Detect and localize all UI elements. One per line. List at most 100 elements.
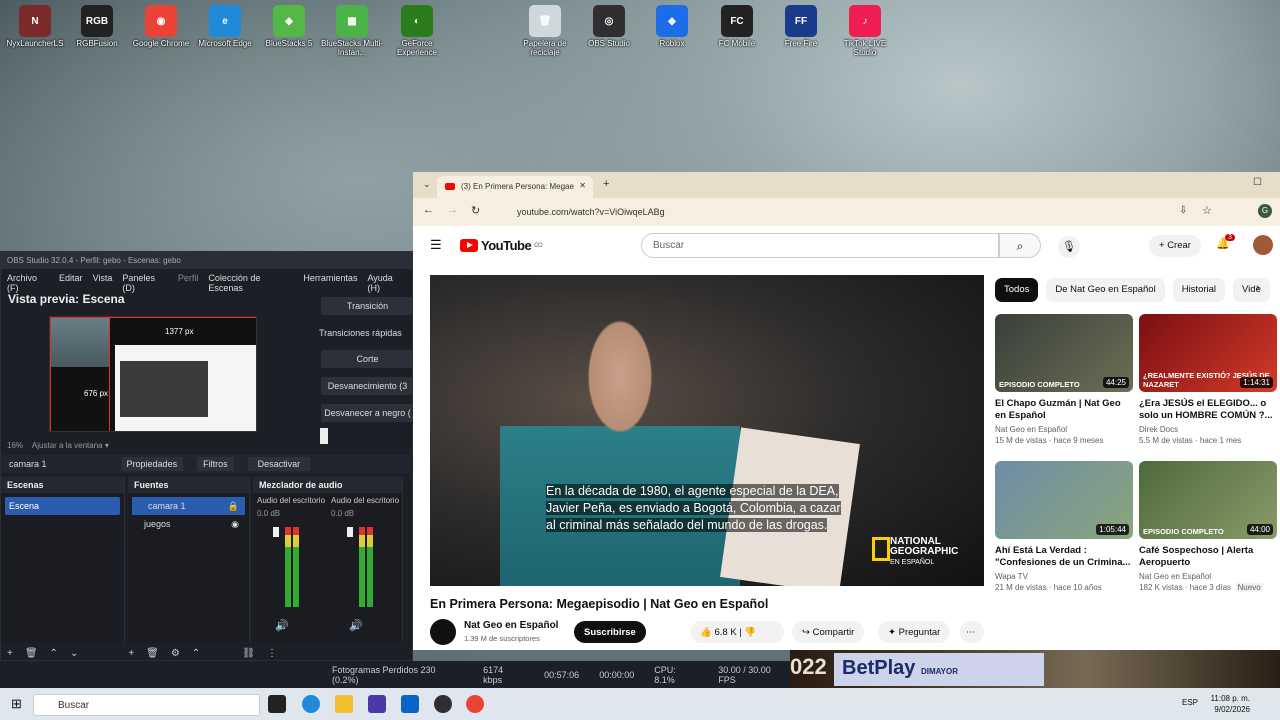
obs-menu-item[interactable]: Archivo (F): [7, 273, 49, 293]
store-icon[interactable]: [368, 695, 386, 713]
related-video-title[interactable]: El Chapo Guzmán | Nat Geo en Español: [995, 398, 1133, 422]
desktop-icon[interactable]: ◎ OBS Studio: [578, 5, 640, 48]
related-video-title[interactable]: Ahí Está La Verdad : "Confesiones de un …: [995, 545, 1133, 569]
desktop-icon[interactable]: ◐ GeForce Experience: [386, 5, 448, 57]
cut-button[interactable]: Corte: [321, 350, 414, 368]
link-icon[interactable]: ⛓: [242, 648, 255, 659]
related-video-card[interactable]: EPISODIO COMPLETO 44:25 El Chapo Guzmán | …: [995, 314, 1133, 445]
ask-button[interactable]: ✦ Preguntar: [878, 621, 951, 643]
video-thumbnail[interactable]: ¿REALMENTE EXISTIÓ? JESÚS DE NAZARET 1:14…: [1139, 314, 1277, 392]
clock[interactable]: 11:08 p. m. 9/02/2026: [1211, 693, 1250, 715]
related-video-card[interactable]: 1:05:44 Ahí Está La Verdad : "Confesiones…: [995, 461, 1133, 592]
speaker-icon[interactable]: 🔊: [275, 619, 289, 632]
desktop-icon[interactable]: 🗑 Papelera de reciclaje: [514, 5, 576, 57]
chip-videos[interactable]: Vide: [1233, 278, 1270, 302]
like-button[interactable]: 👍 6.8 K | 👎: [690, 621, 784, 643]
add-icon[interactable]: +: [128, 648, 134, 659]
desktop-icon[interactable]: ◉ Google Chrome: [130, 5, 192, 48]
fade-button[interactable]: Desvanecimiento (3: [321, 377, 414, 395]
chip-all[interactable]: Todos: [995, 278, 1039, 302]
channel-avatar[interactable]: [430, 619, 456, 645]
more-icon[interactable]: ⋮: [267, 648, 277, 659]
hamburger-icon[interactable]: ☰: [430, 237, 442, 253]
desktop-icon[interactable]: ▦ BlueStacks Multi-Instan...: [321, 5, 383, 57]
selection-box[interactable]: [50, 317, 110, 431]
desktop-icon[interactable]: RGB RGBFusion: [66, 5, 128, 48]
star-icon[interactable]: ☆: [1202, 204, 1212, 217]
obs-preview-canvas[interactable]: 1377 px 676 px: [49, 316, 257, 432]
source-item-games[interactable]: juegos ◉: [128, 515, 249, 533]
obs-menu-item[interactable]: Perfil: [178, 273, 199, 285]
chip-history[interactable]: Historial: [1172, 278, 1226, 302]
related-video-title[interactable]: ¿Era JESÚS el ELEGIDO... o solo un HOMBR…: [1139, 398, 1277, 422]
forward-icon[interactable]: →: [447, 204, 458, 216]
obs-menu-item[interactable]: Herramientas: [303, 273, 357, 285]
chrome-taskbar-icon[interactable]: [466, 695, 484, 713]
avatar[interactable]: [1253, 235, 1273, 255]
add-icon[interactable]: +: [7, 648, 13, 659]
desktop-icon[interactable]: FC FC Mobile: [706, 5, 768, 48]
taskview-icon[interactable]: [268, 695, 286, 713]
explorer-icon[interactable]: [335, 695, 353, 713]
channel-name[interactable]: Nat Geo en Español: [464, 620, 558, 631]
obs-menu-item[interactable]: Colección de Escenas: [208, 273, 293, 293]
obs-menu-item[interactable]: Vista: [93, 273, 113, 285]
chip-channel[interactable]: De Nat Geo en Español: [1046, 278, 1165, 302]
volume-slider[interactable]: [347, 527, 353, 537]
down-icon[interactable]: ⌄: [70, 648, 78, 659]
related-video-channel[interactable]: Nat Geo en Español: [1139, 572, 1277, 581]
search-icon[interactable]: ⌕: [999, 233, 1041, 258]
properties-button[interactable]: Propiedades: [120, 457, 184, 471]
tab-search-icon[interactable]: ⌄: [423, 179, 431, 190]
related-video-title[interactable]: Café Sospechoso | Alerta Aeropuerto: [1139, 545, 1277, 569]
obs-menu-item[interactable]: Editar: [59, 273, 83, 285]
deactivate-button[interactable]: Desactivar: [247, 457, 311, 471]
taskbar-search[interactable]: Buscar: [33, 694, 260, 716]
desktop-icon[interactable]: N NyxLauncherLS: [4, 5, 66, 48]
source-item-camera[interactable]: camara 1 🔒: [132, 497, 245, 515]
back-icon[interactable]: ←: [423, 204, 434, 216]
tbar-slider-handle[interactable]: [320, 428, 328, 444]
gear-icon[interactable]: ⚙: [171, 648, 180, 659]
obs-menu-item[interactable]: Paneles (D): [122, 273, 167, 293]
profile-avatar[interactable]: G: [1258, 204, 1272, 218]
chevron-right-icon[interactable]: ›: [1256, 282, 1260, 294]
related-video-channel[interactable]: Nat Geo en Español: [995, 425, 1133, 434]
close-tab-icon[interactable]: ✕: [579, 181, 586, 190]
more-actions-icon[interactable]: ⋯: [960, 621, 984, 643]
desktop-icon[interactable]: FF Free Fire: [770, 5, 832, 48]
scene-item[interactable]: Escena: [5, 497, 120, 515]
up-icon[interactable]: ⌃: [50, 648, 58, 659]
related-video-channel[interactable]: Wapa TV: [995, 572, 1133, 581]
desktop-icon[interactable]: ◆ Roblox: [641, 5, 703, 48]
create-button[interactable]: + Crear: [1149, 235, 1201, 257]
video-thumbnail[interactable]: EPISODIO COMPLETO 44:00: [1139, 461, 1277, 539]
up-icon[interactable]: ⌃: [192, 648, 200, 659]
volume-slider[interactable]: [273, 527, 279, 537]
related-video-card[interactable]: EPISODIO COMPLETO 44:00 Café Sospechoso | …: [1139, 461, 1277, 592]
fade-black-button[interactable]: Desvanecer a negro (: [321, 404, 414, 422]
eye-icon[interactable]: ◉: [231, 519, 239, 530]
share-button[interactable]: ↪ Compartir: [792, 621, 865, 643]
obs-taskbar-icon[interactable]: [434, 695, 452, 713]
video-thumbnail[interactable]: 1:05:44: [995, 461, 1133, 539]
related-video-card[interactable]: ¿REALMENTE EXISTIÓ? JESÚS DE NAZARET 1:14…: [1139, 314, 1277, 445]
subscribe-button[interactable]: Suscribirse: [574, 621, 646, 643]
related-video-channel[interactable]: Direk Docs: [1139, 425, 1277, 434]
filters-button[interactable]: Filtros: [197, 457, 234, 471]
tab-youtube[interactable]: (3) En Primera Persona: Megae ✕: [437, 176, 593, 198]
transition-button[interactable]: Transición: [321, 297, 414, 315]
reload-icon[interactable]: ↻: [471, 204, 480, 217]
desktop-icon[interactable]: ♪ TikTok LIVE Studio: [834, 5, 896, 57]
mail-icon[interactable]: [401, 695, 419, 713]
edge-icon[interactable]: [302, 695, 320, 713]
youtube-logo[interactable]: YouTube CO: [460, 238, 543, 253]
mic-icon[interactable]: 🎙: [1058, 236, 1080, 258]
language-indicator[interactable]: ESP: [1182, 698, 1198, 707]
maximize-icon[interactable]: ☐: [1253, 177, 1262, 188]
new-tab-icon[interactable]: +: [603, 178, 609, 190]
url-field[interactable]: youtube.com/watch?v=ViOiwqeLABg: [499, 202, 1179, 222]
speaker-icon[interactable]: 🔊: [349, 619, 363, 632]
zoom-control[interactable]: 16% Ajustar a la ventana ▾: [7, 441, 109, 450]
install-icon[interactable]: ⇩: [1179, 205, 1187, 216]
